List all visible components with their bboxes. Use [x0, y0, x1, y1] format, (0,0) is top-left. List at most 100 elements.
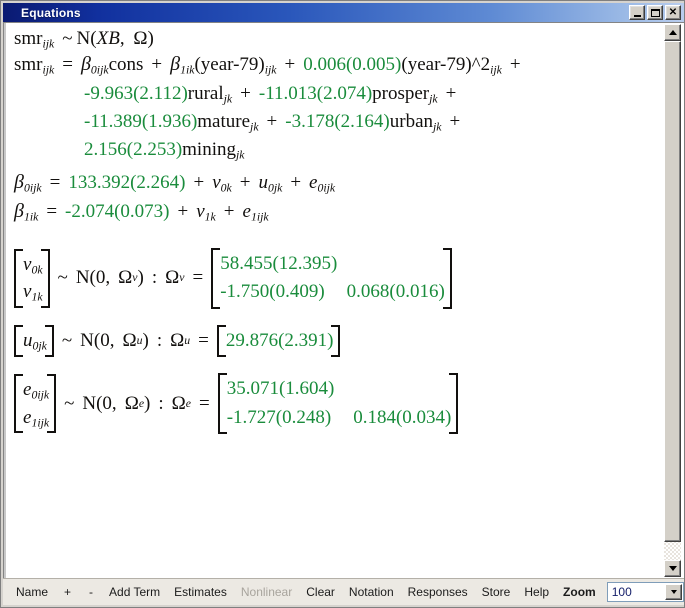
e-matrix-cell-1-1[interactable]: 0.184(0.034)	[353, 404, 451, 433]
equation-line-5[interactable]: 2.156(2.253)miningjk	[14, 139, 659, 161]
rural-subscript: jk	[223, 92, 233, 106]
scroll-down-button[interactable]	[664, 560, 681, 577]
smr-symbol-2: smr	[14, 54, 43, 75]
v-tilde: ~	[57, 267, 68, 289]
close-button[interactable]: ✕	[665, 5, 681, 20]
quadratic-coefficient[interactable]: 0.006(0.005)	[303, 54, 401, 75]
equation-line-2[interactable]: smrijk = β0ijkcons + β1ik(year-79)ijk +0.006(…	[14, 53, 659, 77]
v-covariance-matrix: 58.455(12.395) -1.750(0.409) 0.068(0.016)	[220, 250, 445, 307]
equation-line-3[interactable]: -9.963(2.112)ruraljk + -11.013(2.074)prosp…	[14, 82, 659, 106]
toolbar-button-store[interactable]: Store	[475, 583, 518, 601]
e-matrix-cell-1-0[interactable]: -1.727(0.248)	[227, 404, 331, 433]
slope-coefficient[interactable]: -2.074(0.073)	[65, 201, 169, 222]
smr-subscript-2: ijk	[42, 63, 55, 77]
u-covariance-matrix: 29.876(2.391)	[226, 327, 334, 356]
u-vector-bracket: u0jk	[14, 325, 54, 357]
v-vector-sub-0: 0k	[31, 263, 43, 277]
minimize-button[interactable]	[629, 5, 645, 20]
window-controls: ✕	[629, 5, 681, 20]
u-omega2-symbol: Ω	[170, 330, 185, 352]
plus-l4-2: +	[449, 110, 461, 132]
mature-coefficient[interactable]: -11.389(1.936)	[84, 111, 197, 132]
dist-comma: ,	[119, 28, 130, 49]
maximize-button[interactable]	[647, 5, 663, 20]
plus-l7-2: +	[223, 200, 235, 222]
u-matrix-cell-0-0[interactable]: 29.876(2.391)	[226, 327, 334, 356]
v1k-symbol: v	[196, 200, 205, 222]
v-covariance-matrix-bracket: 58.455(12.395) -1.750(0.409) 0.068(0.016)	[211, 247, 452, 309]
zoom-dropdown-button[interactable]	[665, 584, 682, 600]
beta1-symbol: β	[170, 53, 181, 75]
random-part-level2[interactable]: u0jk ~ N(0, Ωu): Ωu = 29.876(2.391)	[14, 324, 659, 358]
e-omega-symbol: Ω	[124, 392, 139, 414]
mining-coefficient[interactable]: 2.156(2.253)	[84, 139, 182, 160]
equation-line-1[interactable]: smrijk ~ N(XB, Ω)	[14, 28, 659, 50]
toolbar-button-notation[interactable]: Notation	[342, 583, 401, 601]
e1ijk-subscript: 1ijk	[250, 210, 269, 224]
v-vector-bracket: v0k v1k	[14, 248, 50, 309]
e1ijk-symbol: e	[242, 200, 251, 222]
toolbar-button-nonlinear: Nonlinear	[240, 585, 293, 599]
v-vector-stack: v0k v1k	[23, 251, 43, 306]
dist-close-paren: )	[147, 28, 154, 49]
plus-l3-1: +	[240, 82, 251, 104]
urban-coefficient[interactable]: -3.178(2.164)	[285, 111, 389, 132]
window-title: Equations	[21, 5, 81, 20]
v1k-subscript: 1k	[204, 210, 216, 224]
equation-line-4[interactable]: -11.389(1.936)maturejk + -3.178(2.164)urba…	[14, 110, 659, 134]
mature-subscript: jk	[250, 120, 259, 134]
equals-sign: =	[62, 54, 73, 75]
equation-line-7[interactable]: β1ik = -2.074(0.073) + v1k + e1ijk	[14, 200, 659, 224]
equations-pane[interactable]: smrijk ~ N(XB, Ω) smrijk = β0ijkcons + β1ik(ye…	[4, 23, 659, 578]
v-colon: :	[151, 267, 158, 289]
toolbar-button-estimates[interactable]: Estimates	[167, 583, 234, 601]
e-equals: =	[199, 392, 210, 414]
u-tilde: ~	[61, 330, 73, 352]
title-bar[interactable]: Equations ✕	[3, 3, 684, 22]
toolbar-button-name[interactable]: Name	[9, 583, 55, 601]
random-part-level1[interactable]: e0ijk e1ijk ~ N(0, Ωe): Ωe = 35.071(1.604) -…	[14, 373, 659, 435]
rural-coefficient[interactable]: -9.963(2.112)	[84, 83, 188, 104]
equation-line-6[interactable]: β0ijk = 133.392(2.264) + v0k + u0jk + e0ijk	[14, 170, 659, 195]
scrollbar-thumb[interactable]	[664, 41, 681, 542]
toolbar-button-minus[interactable]: -	[80, 583, 102, 601]
toolbar-button-plus[interactable]: +	[55, 583, 80, 601]
client-area: smrijk ~ N(XB, Ω) smrijk = β0ijkcons + β1ik(ye…	[3, 22, 684, 578]
e-dist-open: N(0,	[82, 392, 117, 414]
year79-squared-term: (year-79)^2	[401, 54, 491, 75]
toolbar-button-zoom[interactable]: Zoom	[556, 583, 603, 601]
random-part-level3[interactable]: v0k v1k ~ N(0, Ωv): Ωv = 58.455(12.395) -1.7…	[14, 247, 659, 309]
bottom-toolbar: Name + - Add Term Estimates Nonlinear Cl…	[3, 578, 684, 605]
toolbar-button-add-term[interactable]: Add Term	[102, 583, 167, 601]
toolbar-button-help[interactable]: Help	[517, 583, 556, 601]
v-omega2-symbol: Ω	[165, 267, 180, 289]
u-vector-sym-0: u	[23, 330, 33, 352]
chevron-down-icon	[668, 566, 677, 571]
v-matrix-cell-0-0[interactable]: 58.455(12.395)	[220, 250, 337, 279]
omega-symbol: Ω	[133, 28, 148, 49]
scroll-up-button[interactable]	[664, 24, 681, 41]
plus-2: +	[284, 54, 296, 75]
zoom-combobox[interactable]: 100	[606, 582, 684, 602]
v-matrix-cell-1-0[interactable]: -1.750(0.409)	[220, 278, 324, 307]
v-omega-symbol: Ω	[118, 267, 133, 289]
beta0-lhs-symbol: β	[14, 170, 24, 193]
e-matrix-cell-0-0[interactable]: 35.071(1.604)	[227, 375, 335, 404]
year79-term: (year-79)	[194, 54, 265, 75]
v-vector-sub-1: 1k	[31, 290, 43, 304]
intercept-coefficient[interactable]: 133.392(2.264)	[68, 172, 185, 193]
prosper-term: prosper	[372, 82, 430, 104]
u0jk-subscript: 0jk	[267, 181, 283, 195]
v-matrix-cell-1-1[interactable]: 0.068(0.016)	[347, 278, 445, 307]
v0k-symbol: v	[212, 171, 221, 193]
e-colon: :	[158, 392, 164, 414]
toolbar-button-clear[interactable]: Clear	[299, 583, 342, 601]
e0ijk-subscript: 0ijk	[317, 181, 336, 195]
vertical-scrollbar[interactable]	[662, 23, 683, 578]
zoom-value[interactable]: 100	[608, 583, 664, 601]
toolbar-button-responses[interactable]: Responses	[401, 583, 475, 601]
prosper-coefficient[interactable]: -11.013(2.074)	[259, 83, 372, 104]
v-equals: =	[192, 267, 204, 289]
year79-subscript: ijk	[264, 63, 277, 77]
smr-symbol: smr	[14, 28, 43, 49]
